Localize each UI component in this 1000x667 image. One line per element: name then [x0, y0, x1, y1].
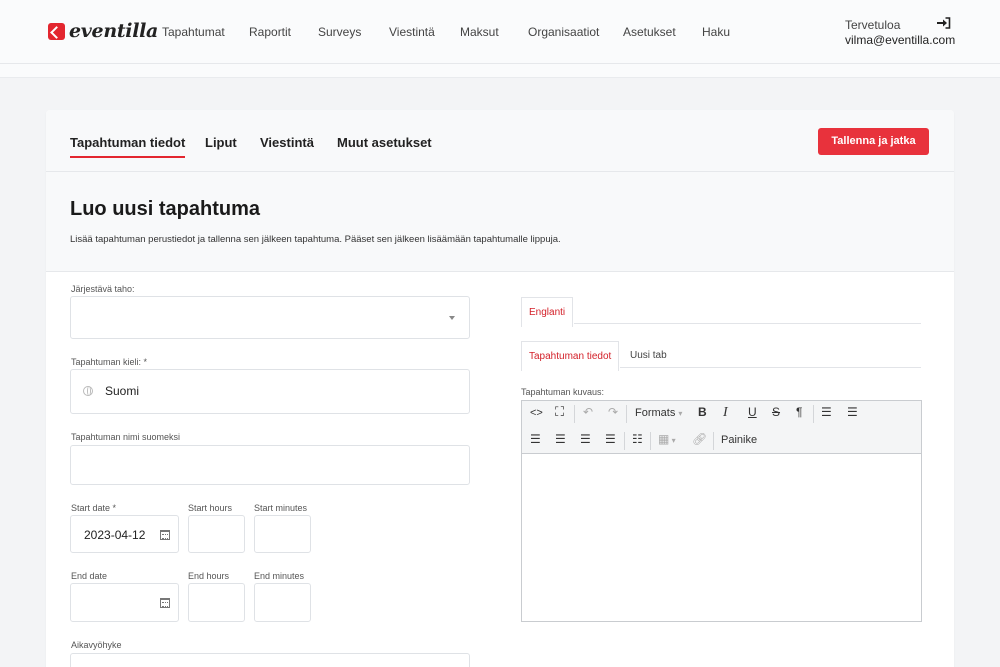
top-navbar: eventilla Tapahtumat Raportit Surveys Vi… — [0, 0, 1000, 64]
strikethrough-icon[interactable]: S — [772, 405, 780, 419]
undo-icon[interactable]: ↶ — [583, 405, 593, 419]
event-name-input[interactable] — [70, 445, 470, 485]
end-minutes-label: End minutes — [254, 571, 305, 581]
chevron-down-icon — [449, 316, 455, 320]
clear-format-icon[interactable]: ¶ — [796, 405, 802, 419]
nav-item-tapahtumat[interactable]: Tapahtumat — [162, 25, 225, 39]
nav-item-organisaatiot[interactable]: Organisaatiot — [528, 25, 599, 39]
bullet-list-icon[interactable]: ☷ — [632, 432, 643, 446]
eventilla-logo[interactable]: eventilla — [48, 20, 158, 42]
nav-item-maksut[interactable]: Maksut — [460, 25, 499, 39]
table-icon[interactable]: ▦ ▾ — [658, 432, 676, 446]
formats-label: Formats — [635, 407, 676, 419]
align-right-icon[interactable]: ☰ — [580, 432, 591, 446]
logo-text: eventilla — [69, 20, 159, 42]
toolbar-separator — [624, 432, 625, 450]
timezone-select[interactable] — [70, 653, 470, 667]
indent-icon[interactable]: ☰ — [847, 405, 858, 419]
start-hours-input[interactable] — [188, 515, 245, 553]
align-justify-icon[interactable]: ☰ — [605, 432, 616, 446]
organizer-select[interactable] — [70, 296, 470, 339]
language-value: Suomi — [105, 384, 140, 398]
tab-muut-asetukset[interactable]: Muut asetukset — [337, 135, 432, 150]
align-left-icon[interactable]: ☰ — [530, 432, 541, 446]
calendar-icon[interactable] — [160, 598, 170, 608]
editor-toolbar: <> ⛶ ↶ ↷ Formats ▾ B I U S ¶ ☰ ☰ ☰ ☰ ☰ ☰… — [521, 400, 922, 454]
end-hours-input[interactable] — [188, 583, 245, 622]
language-label: Tapahtuman kieli: * — [71, 357, 148, 367]
source-code-icon[interactable]: <> — [530, 407, 543, 419]
align-center-icon[interactable]: ☰ — [555, 432, 566, 446]
toolbar-separator — [626, 405, 627, 423]
end-date-input[interactable] — [70, 583, 179, 622]
redo-icon[interactable]: ↷ — [608, 405, 618, 419]
lang-tab-englanti[interactable]: Englanti — [521, 297, 574, 327]
event-name-label: Tapahtuman nimi suomeksi — [71, 432, 181, 442]
start-minutes-input[interactable] — [254, 515, 311, 553]
description-label: Tapahtuman kuvaus: — [521, 387, 605, 397]
page-title: Luo uusi tapahtuma — [70, 198, 260, 220]
subtab-divider — [620, 367, 921, 368]
subtab-tapahtuman-tiedot[interactable]: Tapahtuman tiedot — [521, 341, 620, 371]
calendar-icon[interactable] — [160, 530, 170, 540]
globe-icon — [83, 386, 93, 396]
tab-liput[interactable]: Liput — [205, 135, 237, 150]
formats-dropdown[interactable]: Formats ▾ — [635, 407, 682, 419]
outdent-icon[interactable]: ☰ — [821, 405, 832, 419]
bold-icon[interactable]: B — [698, 405, 707, 419]
user-email: vilma@eventilla.com — [845, 33, 956, 47]
save-and-continue-button[interactable]: Tallenna ja jatka — [818, 128, 929, 155]
toolbar-separator — [713, 432, 714, 450]
end-minutes-input[interactable] — [254, 583, 311, 622]
toolbar-separator — [813, 405, 814, 423]
end-date-label: End date — [71, 571, 108, 581]
sub-bar — [0, 64, 1000, 78]
fullscreen-icon[interactable]: ⛶ — [555, 404, 564, 420]
tab-tapahtuman-tiedot[interactable]: Tapahtuman tiedot — [70, 135, 186, 158]
underline-icon[interactable]: U — [748, 405, 757, 419]
italic-icon[interactable]: I — [723, 405, 728, 421]
tab-divider — [574, 323, 921, 324]
description-editor-area[interactable] — [521, 454, 922, 622]
start-date-label: Start date * — [71, 503, 117, 513]
organizer-label: Järjestävä taho: — [71, 284, 135, 294]
nav-item-raportit[interactable]: Raportit — [249, 25, 291, 39]
timezone-label: Aikavyöhyke — [71, 640, 122, 650]
start-hours-label: Start hours — [188, 503, 233, 513]
nav-item-asetukset[interactable]: Asetukset — [623, 25, 676, 39]
page-description: Lisää tapahtuman perustiedot ja tallenna… — [70, 234, 561, 245]
sign-out-icon[interactable] — [937, 17, 951, 29]
start-date-value: 2023-04-12 — [84, 528, 146, 542]
logo-mark-icon — [48, 22, 65, 40]
card-header: Tapahtuman tiedot Liput Viestintä Muut a… — [46, 110, 954, 172]
subtab-uusi-tab[interactable]: Uusi tab — [630, 350, 667, 361]
nav-item-haku[interactable]: Haku — [702, 25, 730, 39]
start-date-input[interactable]: 2023-04-12 — [70, 515, 179, 553]
nav-item-surveys[interactable]: Surveys — [318, 25, 361, 39]
intro-section: Luo uusi tapahtuma Lisää tapahtuman peru… — [46, 172, 954, 272]
link-icon[interactable]: 🔗︎ — [692, 432, 707, 446]
tab-viestinta[interactable]: Viestintä — [260, 135, 314, 150]
end-hours-label: End hours — [188, 571, 230, 581]
language-select[interactable]: Suomi — [70, 369, 470, 414]
button-insert[interactable]: Painike — [721, 434, 757, 446]
chevron-down-icon: ▾ — [678, 409, 683, 418]
nav-item-viestinta[interactable]: Viestintä — [389, 25, 435, 39]
start-minutes-label: Start minutes — [254, 503, 308, 513]
toolbar-separator — [650, 432, 651, 450]
toolbar-separator — [574, 405, 575, 423]
